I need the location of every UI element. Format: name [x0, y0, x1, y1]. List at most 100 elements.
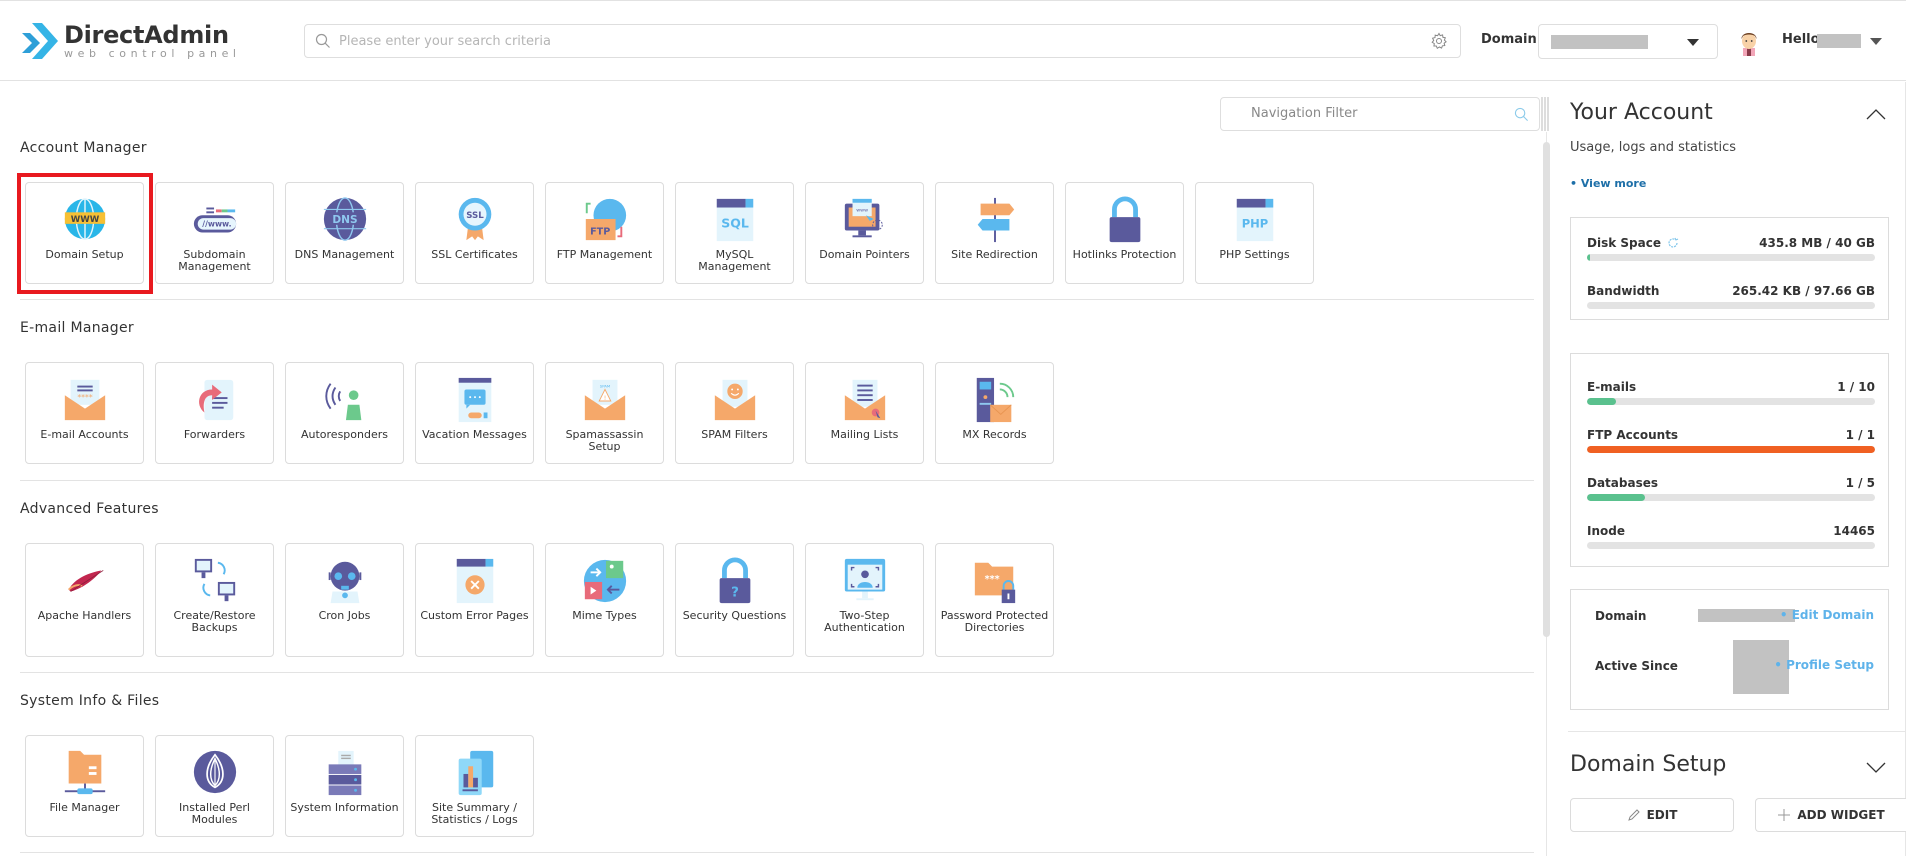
tile-spam-filters[interactable]: SPAM Filters — [675, 362, 794, 464]
collapse-chevron-up-icon[interactable] — [1866, 108, 1886, 120]
tile-label: System Information — [290, 801, 399, 814]
tile-label: Security Questions — [682, 609, 787, 622]
tile-label: Cron Jobs — [318, 609, 371, 622]
section-title: System Info & Files — [20, 693, 160, 709]
progress-bar — [1587, 542, 1875, 549]
padlock-icon — [1109, 196, 1140, 243]
user-avatar[interactable] — [1738, 28, 1760, 56]
tile-label: Apache Handlers — [37, 609, 132, 622]
tile-file-manager[interactable]: File Manager — [25, 735, 144, 837]
tile-system-information[interactable]: System Information — [285, 735, 404, 837]
apache-feather-icon — [67, 570, 103, 592]
tile-ftp-management[interactable]: FTP FTP Management — [545, 182, 664, 284]
tile-installed-perl-modules[interactable]: Installed Perl Modules — [155, 735, 274, 837]
tile-label: MySQL Management — [698, 248, 771, 273]
active-since-label: Active Since — [1595, 659, 1678, 673]
stat-name: Bandwidth — [1587, 284, 1660, 298]
server-mail-icon — [976, 377, 1014, 423]
folder-lock-icon: *** — [974, 562, 1015, 604]
tile-forwarders[interactable]: Forwarders — [155, 362, 274, 464]
progress-bar — [1587, 254, 1875, 261]
tile-grid: **** E-mail Accounts Forwarders Autorespond… — [25, 362, 1054, 464]
tile-custom-error-pages[interactable]: Custom Error Pages — [415, 543, 534, 657]
edit-widgets-button[interactable]: EDIT — [1570, 798, 1734, 832]
tile-mailing-lists[interactable]: Mailing Lists — [805, 362, 924, 464]
stat-name: FTP Accounts — [1587, 428, 1679, 442]
progress-fill — [1587, 398, 1616, 405]
tile-spamassassin-setup[interactable]: SPAM! Spamassassin Setup — [545, 362, 664, 464]
tile-grid: File Manager Installed Perl Modules System… — [25, 735, 534, 837]
directadmin-logo[interactable]: DirectAdmin web control panel — [18, 19, 241, 63]
global-search[interactable] — [304, 24, 1461, 58]
tile-security-questions[interactable]: ? Security Questions — [675, 543, 794, 657]
tile-site-summary-statistics-logs[interactable]: Site Summary / Statistics / Logs — [415, 735, 534, 837]
tile-hotlinks-protection[interactable]: Hotlinks Protection — [1065, 182, 1184, 284]
tile-dns-management[interactable]: DNS DNS Management — [285, 182, 404, 284]
stat-name: E-mails — [1587, 380, 1637, 394]
navigation-filter-input[interactable] — [1251, 106, 1491, 121]
stat-value: 1 / 5 — [1845, 476, 1875, 490]
logo-subtitle: web control panel — [64, 47, 241, 60]
domain-select[interactable] — [1538, 24, 1718, 59]
logo-title: DirectAdmin — [64, 21, 229, 49]
tile-two-step-authentication[interactable]: Two-Step Authentication — [805, 543, 924, 657]
tile-label: E-mail Accounts — [40, 428, 129, 441]
domain-select-value-redacted — [1551, 35, 1648, 49]
add-widget-button[interactable]: ADD WIDGET — [1755, 798, 1906, 832]
padlock-question-icon: ? — [719, 557, 750, 604]
tile-subdomain-management[interactable]: //www. Subdomain Management — [155, 182, 274, 284]
progress-fill — [1587, 494, 1645, 501]
domain-info-label: Domain — [1595, 609, 1647, 623]
tile-autoresponders[interactable]: Autoresponders — [285, 362, 404, 464]
your-account-subtitle: Usage, logs and statistics — [1570, 140, 1737, 155]
tile-php-settings[interactable]: PHP PHP Settings — [1195, 182, 1314, 284]
tile-label: SPAM Filters — [701, 428, 768, 441]
tile-password-protected-directories[interactable]: *** Password Protected Directories — [935, 543, 1054, 657]
progress-bar — [1587, 398, 1875, 405]
statistics-chart-icon — [458, 750, 493, 796]
tile-e-mail-accounts[interactable]: **** E-mail Accounts — [25, 362, 144, 464]
limits-card: E-mails 1 / 10 FTP Accounts 1 / 1 Databa… — [1570, 353, 1889, 567]
tile-create-restore-backups[interactable]: Create/Restore Backups — [155, 543, 274, 657]
svg-text://www.: //www. — [202, 220, 231, 229]
tile-label: MX Records — [962, 428, 1027, 441]
global-search-input[interactable] — [339, 33, 1430, 49]
tile-label: Mailing Lists — [830, 428, 899, 441]
expand-chevron-down-icon[interactable] — [1866, 762, 1886, 774]
progress-bar — [1587, 446, 1875, 453]
view-more-link[interactable]: • View more — [1570, 177, 1646, 190]
svg-text:WWW: WWW — [70, 215, 99, 225]
refresh-icon[interactable] — [1667, 237, 1679, 249]
tile-apache-handlers[interactable]: Apache Handlers — [25, 543, 144, 657]
search-settings-gear-icon[interactable] — [1430, 32, 1448, 50]
tile-domain-setup[interactable]: WWW Domain Setup — [25, 182, 144, 284]
navigation-filter[interactable] — [1220, 97, 1540, 131]
tile-site-redirection[interactable]: Site Redirection — [935, 182, 1054, 284]
progress-bar — [1587, 494, 1875, 501]
stat-value: 1 / 1 — [1845, 428, 1875, 442]
tile-cron-jobs[interactable]: Cron Jobs — [285, 543, 404, 657]
tile-label: Installed Perl Modules — [179, 801, 250, 826]
user-menu-chevron-down-icon[interactable] — [1870, 38, 1882, 45]
tile-label: Site Redirection — [951, 248, 1038, 261]
profile-setup-link[interactable]: • Profile Setup — [1774, 658, 1874, 672]
top-header: DirectAdmin web control panel Domain Hel… — [0, 0, 1906, 81]
svg-text:!: ! — [603, 396, 605, 402]
tile-mx-records[interactable]: MX Records — [935, 362, 1054, 464]
tile-mime-types[interactable]: Mime Types — [545, 543, 664, 657]
tile-label: Mime Types — [572, 609, 637, 622]
account-info-card: Domain • Edit Domain Active Since • Prof… — [1570, 589, 1889, 710]
tile-domain-pointers[interactable]: www Domain Pointers — [805, 182, 924, 284]
tile-ssl-certificates[interactable]: SSL SSL Certificates — [415, 182, 534, 284]
stat-name: Disk Space — [1587, 236, 1679, 250]
add-widget-label: ADD WIDGET — [1797, 808, 1885, 822]
edit-domain-link[interactable]: • Edit Domain — [1780, 608, 1874, 622]
tile-label: SSL Certificates — [431, 248, 518, 261]
tile-label: Hotlinks Protection — [1072, 248, 1177, 261]
tile-mysql-management[interactable]: SQL MySQL Management — [675, 182, 794, 284]
error-page-icon — [456, 558, 493, 604]
progress-fill — [1587, 446, 1875, 453]
chevron-down-icon — [1687, 39, 1699, 46]
tile-vacation-messages[interactable]: Vacation Messages — [415, 362, 534, 464]
subdomain-icon: //www. — [193, 207, 236, 233]
